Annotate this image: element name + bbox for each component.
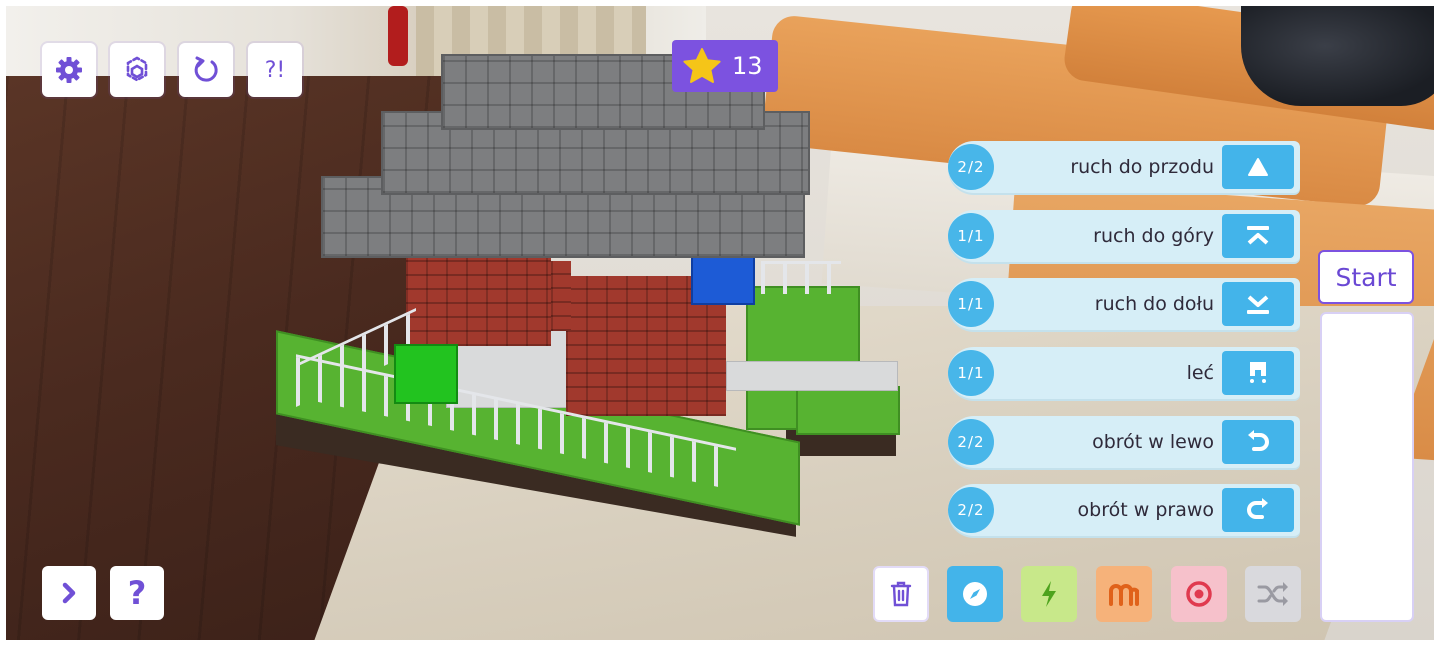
fly-icon bbox=[1222, 351, 1294, 395]
voxel-island-model bbox=[266, 46, 916, 556]
magnet-icon bbox=[1109, 584, 1139, 606]
command-label: obrót w prawo bbox=[1077, 499, 1214, 521]
star-icon bbox=[683, 48, 721, 83]
category-random-button[interactable] bbox=[1245, 566, 1301, 622]
gear-icon bbox=[56, 57, 82, 83]
command-label: obrót w lewo bbox=[1092, 431, 1214, 453]
island-grass-path-end bbox=[796, 386, 900, 435]
delete-button[interactable] bbox=[873, 566, 929, 622]
start-button[interactable]: Start bbox=[1318, 250, 1414, 304]
command-count: 1/1 bbox=[948, 281, 994, 327]
star-counter: 13 bbox=[672, 40, 778, 92]
command-count: 2/2 bbox=[948, 487, 994, 533]
shuffle-icon bbox=[1257, 582, 1288, 606]
command-rotate-left[interactable]: 2/2 obrót w lewo bbox=[948, 416, 1300, 468]
reset-button[interactable] bbox=[179, 43, 233, 97]
target-icon bbox=[1186, 581, 1212, 607]
lightning-icon bbox=[1042, 581, 1056, 607]
command-label: leć bbox=[1186, 362, 1214, 384]
refresh-icon bbox=[194, 56, 218, 82]
jump-up-icon bbox=[1222, 214, 1294, 258]
command-move-up[interactable]: 1/1 ruch do góry bbox=[948, 210, 1300, 262]
category-loop-button[interactable] bbox=[1096, 566, 1152, 622]
settings-button[interactable] bbox=[42, 43, 96, 97]
view-3d-button[interactable] bbox=[110, 43, 164, 97]
command-label: ruch do dołu bbox=[1094, 293, 1214, 315]
command-label: ruch do góry bbox=[1093, 225, 1214, 247]
cube-rotate-icon bbox=[126, 56, 148, 82]
command-move-forward[interactable]: 2/2 ruch do przodu bbox=[948, 141, 1300, 193]
green-player-cube bbox=[394, 344, 458, 404]
next-button[interactable] bbox=[42, 566, 96, 620]
command-label: ruch do przodu bbox=[1070, 156, 1214, 178]
hint-button[interactable]: ?! bbox=[248, 43, 302, 97]
help-button[interactable]: ? bbox=[110, 566, 164, 620]
command-count: 2/2 bbox=[948, 419, 994, 465]
rotate-right-icon bbox=[1222, 488, 1294, 532]
category-action-button[interactable] bbox=[1021, 566, 1077, 622]
star-count: 13 bbox=[732, 52, 763, 80]
command-count: 2/2 bbox=[948, 144, 994, 190]
command-rotate-right[interactable]: 2/2 obrót w prawo bbox=[948, 484, 1300, 536]
black-bag bbox=[1241, 6, 1434, 106]
jump-down-icon bbox=[1222, 282, 1294, 326]
stone-path bbox=[726, 361, 898, 391]
category-target-button[interactable] bbox=[1171, 566, 1227, 622]
hint-label: ?! bbox=[264, 57, 286, 83]
trash-icon bbox=[890, 581, 912, 607]
command-move-down[interactable]: 1/1 ruch do dołu bbox=[948, 278, 1300, 330]
arrow-up-icon bbox=[1222, 145, 1294, 189]
category-movement-button[interactable] bbox=[947, 566, 1003, 622]
program-drop-area[interactable] bbox=[1320, 312, 1414, 622]
command-count: 1/1 bbox=[948, 350, 994, 396]
chevron-right-icon bbox=[62, 582, 76, 604]
help-label: ? bbox=[127, 574, 147, 612]
brick-pillar bbox=[551, 261, 571, 331]
rotate-left-icon bbox=[1222, 420, 1294, 464]
command-count: 1/1 bbox=[948, 213, 994, 259]
command-fly[interactable]: 1/1 leć bbox=[948, 347, 1300, 399]
fence-back bbox=[761, 261, 841, 294]
compass-icon bbox=[963, 582, 987, 606]
